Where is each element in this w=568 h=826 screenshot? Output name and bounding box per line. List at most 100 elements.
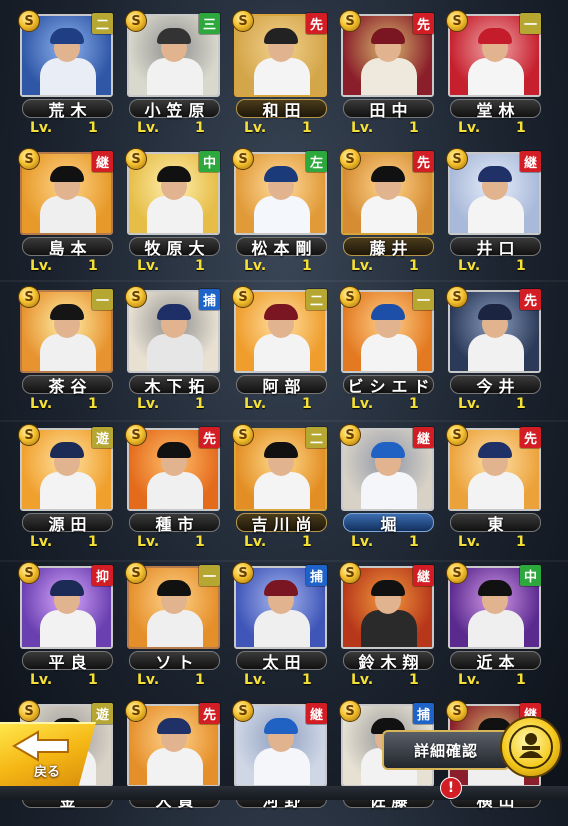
player-card[interactable]: S 遊源田 Lv. 1 bbox=[18, 424, 115, 550]
player-name: ビシエド bbox=[343, 375, 434, 396]
player-card[interactable]: S 先藤井 Lv. 1 bbox=[339, 148, 436, 274]
player-name: 松本剛 bbox=[236, 237, 327, 258]
level-label: Lv. bbox=[137, 672, 160, 688]
level-number: 1 bbox=[516, 396, 526, 412]
level-number: 1 bbox=[409, 672, 419, 688]
player-card[interactable]: S 抑平良 Lv. 1 bbox=[18, 562, 115, 688]
player-level bbox=[238, 810, 328, 826]
level-label: Lv. bbox=[244, 672, 267, 688]
player-figure bbox=[254, 442, 310, 509]
special-s-icon: S bbox=[339, 10, 361, 32]
player-card[interactable]: S 二吉川尚 Lv. 1 bbox=[232, 424, 329, 550]
special-s-icon: S bbox=[446, 424, 468, 446]
player-level: Lv. 1 bbox=[238, 258, 328, 274]
bottom-bar bbox=[0, 786, 568, 800]
level-label: Lv. bbox=[244, 396, 267, 412]
player-level: Lv. 1 bbox=[131, 396, 221, 412]
player-name: 藤井 bbox=[343, 237, 434, 258]
player-figure bbox=[361, 442, 417, 509]
player-level bbox=[345, 810, 435, 826]
player-figure bbox=[254, 166, 310, 233]
player-figure bbox=[254, 304, 310, 371]
player-card[interactable]: S 先大貫 bbox=[125, 700, 222, 826]
player-card[interactable]: S 継島本 Lv. 1 bbox=[18, 148, 115, 274]
special-s-icon: S bbox=[18, 148, 40, 170]
special-s-icon: S bbox=[125, 424, 147, 446]
player-card[interactable]: S 先和田 Lv. 1 bbox=[232, 10, 329, 136]
level-number: 1 bbox=[302, 672, 312, 688]
player-card[interactable]: S 捕太田 Lv. 1 bbox=[232, 562, 329, 688]
player-card[interactable]: S 二荒木 Lv. 1 bbox=[18, 10, 115, 136]
player-silhouette-icon bbox=[509, 725, 553, 769]
player-name: 平良 bbox=[22, 651, 113, 672]
player-figure bbox=[468, 166, 524, 233]
player-card[interactable]: S 二阿部 Lv. 1 bbox=[232, 286, 329, 412]
player-card[interactable]: S 継河野 bbox=[232, 700, 329, 826]
player-level: Lv. 1 bbox=[131, 258, 221, 274]
position-badge: 継 bbox=[306, 703, 327, 724]
player-card[interactable]: S 一茶谷 Lv. 1 bbox=[18, 286, 115, 412]
player-figure bbox=[361, 28, 417, 95]
player-level: Lv. 1 bbox=[452, 120, 542, 136]
player-level: Lv. 1 bbox=[238, 120, 328, 136]
player-card[interactable]: S 先種市 Lv. 1 bbox=[125, 424, 222, 550]
player-level: Lv. 1 bbox=[345, 672, 435, 688]
player-card[interactable]: S 一堂林 Lv. 1 bbox=[446, 10, 543, 136]
player-card[interactable]: S 継堀 Lv. 1 bbox=[339, 424, 436, 550]
level-number: 1 bbox=[195, 672, 205, 688]
player-silhouette-button[interactable] bbox=[500, 716, 562, 778]
player-card[interactable]: S 先東 Lv. 1 bbox=[446, 424, 543, 550]
player-figure bbox=[40, 166, 96, 233]
special-s-icon: S bbox=[339, 700, 361, 722]
player-level bbox=[452, 810, 542, 826]
player-level: Lv. 1 bbox=[131, 672, 221, 688]
player-card[interactable]: S 一ソト Lv. 1 bbox=[125, 562, 222, 688]
player-card[interactable]: S 先今井 Lv. 1 bbox=[446, 286, 543, 412]
level-number: 1 bbox=[516, 672, 526, 688]
player-card[interactable]: S 中近本 Lv. 1 bbox=[446, 562, 543, 688]
player-card[interactable]: S 継井口 Lv. 1 bbox=[446, 148, 543, 274]
player-name: 阿部 bbox=[236, 375, 327, 396]
special-s-icon: S bbox=[125, 700, 147, 722]
player-card[interactable]: S 捕木下拓 Lv. 1 bbox=[125, 286, 222, 412]
player-card[interactable]: S 三小笠原 Lv. 1 bbox=[125, 10, 222, 136]
player-name: 東 bbox=[450, 513, 541, 534]
back-button[interactable]: 戻る bbox=[0, 722, 96, 786]
player-figure bbox=[147, 304, 203, 371]
player-name: 島本 bbox=[22, 237, 113, 258]
player-figure bbox=[361, 166, 417, 233]
position-badge: 先 bbox=[413, 151, 434, 172]
player-card[interactable]: S 一ビシエド Lv. 1 bbox=[339, 286, 436, 412]
special-s-icon: S bbox=[125, 286, 147, 308]
player-figure bbox=[468, 442, 524, 509]
player-card[interactable]: S 左松本剛 Lv. 1 bbox=[232, 148, 329, 274]
detail-confirm-button[interactable]: 詳細確認 bbox=[382, 716, 568, 786]
player-figure bbox=[147, 442, 203, 509]
special-s-icon: S bbox=[339, 286, 361, 308]
player-figure bbox=[254, 28, 310, 95]
position-badge: 中 bbox=[199, 151, 220, 172]
special-s-icon: S bbox=[125, 10, 147, 32]
player-card[interactable]: S 継鈴木翔 Lv. 1 bbox=[339, 562, 436, 688]
level-number: 1 bbox=[302, 534, 312, 550]
level-label: Lv. bbox=[30, 672, 53, 688]
player-level: Lv. 1 bbox=[345, 258, 435, 274]
level-number: 1 bbox=[302, 120, 312, 136]
player-card[interactable]: S 中牧原大 Lv. 1 bbox=[125, 148, 222, 274]
special-s-icon: S bbox=[18, 424, 40, 446]
player-name: ソト bbox=[129, 651, 220, 672]
position-badge: 先 bbox=[199, 703, 220, 724]
special-s-icon: S bbox=[232, 700, 254, 722]
detail-confirm-frame: 詳細確認 bbox=[382, 730, 510, 770]
player-level: Lv. 1 bbox=[452, 534, 542, 550]
player-figure bbox=[40, 442, 96, 509]
special-s-icon: S bbox=[339, 148, 361, 170]
position-badge: 三 bbox=[199, 13, 220, 34]
player-level: Lv. 1 bbox=[345, 534, 435, 550]
position-badge: 捕 bbox=[306, 565, 327, 586]
back-label: 戻る bbox=[34, 765, 61, 780]
special-s-icon: S bbox=[446, 148, 468, 170]
level-label: Lv. bbox=[351, 258, 374, 274]
player-card[interactable]: S 先田中 Lv. 1 bbox=[339, 10, 436, 136]
level-number: 1 bbox=[302, 396, 312, 412]
